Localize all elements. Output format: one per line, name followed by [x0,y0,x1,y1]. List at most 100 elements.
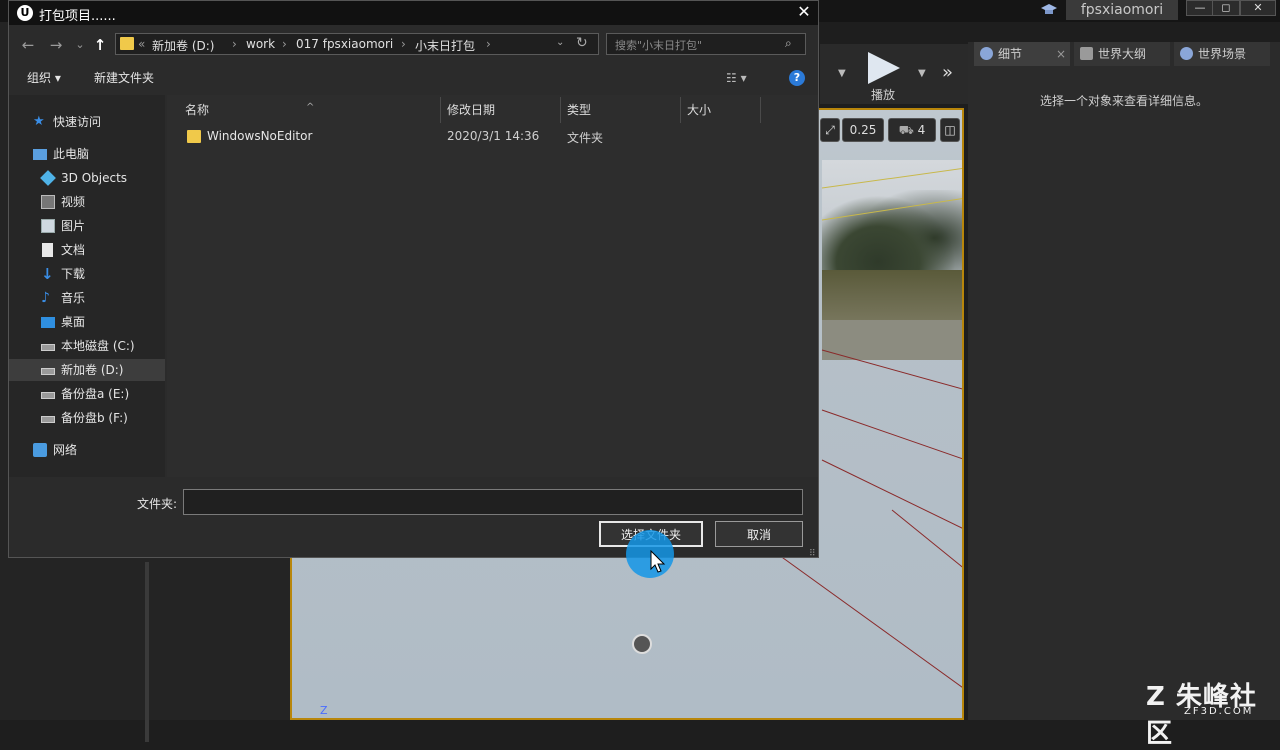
nav-item-drive-c[interactable]: 本地磁盘 (C:) [9,335,165,357]
project-name-tab[interactable]: fpsxiaomori [1066,0,1178,20]
nav-item-drive-e[interactable]: 备份盘a (E:) [9,383,165,405]
nav-item-drive-d[interactable]: 新加卷 (D:) [9,359,165,381]
picture-icon [41,219,55,233]
tab-close-icon[interactable]: × [1056,42,1066,66]
tab-world-outliner-label: 世界大纲 [1098,47,1147,61]
back-button[interactable]: ← [17,34,39,56]
breadcrumb-separator[interactable]: › [232,37,237,51]
unreal-logo-icon: U [17,5,33,21]
address-dropdown-icon[interactable]: ⌄ [556,37,564,48]
details-empty-hint: 选择一个对象来查看详细信息。 [1039,94,1208,108]
dialog-title: 打包项目...... [39,9,116,24]
maximize-button[interactable]: ◻ [1212,0,1240,16]
nav-item-desktop[interactable]: 桌面 [9,311,165,333]
help-icon[interactable]: ? [789,70,805,86]
nav-item-documents[interactable]: 文档 [9,239,165,261]
tab-world-settings-label: 世界场景 [1198,47,1247,61]
play-button[interactable]: 播放 [858,46,908,102]
address-folder-icon [120,37,134,50]
new-folder-button[interactable]: 新建文件夹 [94,69,154,86]
nav-item-this-pc[interactable]: 此电脑 [9,143,165,165]
resize-grip-icon[interactable]: ⠿ [809,549,816,559]
nav-item-pictures[interactable]: 图片 [9,215,165,237]
maximize-viewport-icon[interactable]: ⤢ [820,118,840,142]
search-input[interactable] [613,36,785,54]
viewport-controls: ⤢ 0.25 ⛟ 4 ◫ [820,118,962,142]
up-button[interactable]: ↑ [89,34,111,56]
column-size-label: 大小 [687,103,712,117]
folder-icon [187,130,201,143]
play-icon [862,48,902,86]
breadcrumb-segment[interactable]: 017 fpsxiaomori [296,37,393,51]
breadcrumb-segment[interactable]: 新加卷 (D:) [152,37,214,54]
nav-item-label: 3D Objects [61,171,128,185]
file-row[interactable]: WindowsNoEditor 2020/3/1 14:36 文件夹 [179,125,799,149]
watermark-url: ZF3D.COM [1184,706,1254,717]
nav-item-3d-objects[interactable]: 3D Objects [9,167,165,189]
breadcrumb-separator[interactable]: › [282,37,287,51]
sort-ascending-icon: ^ [306,102,315,113]
package-project-dialog: U 打包项目...... ✕ ← → ⌄ ↑ « 新加卷 (D:) › work… [8,0,819,559]
address-overflow-icon[interactable]: « [138,37,145,51]
panel-splitter[interactable] [145,562,149,742]
nav-item-label: 文档 [61,243,86,257]
toolbar-more-button[interactable]: » [942,62,953,83]
star-icon: ★ [33,114,45,129]
organize-button[interactable]: 组织 ▾ [27,69,61,86]
drive-icon [41,416,55,423]
nav-item-label: 图片 [61,219,86,233]
nav-item-downloads[interactable]: ↓ 下载 [9,263,165,285]
column-header-name[interactable]: 名称 ^ [167,97,441,123]
nav-item-label: 备份盘a (E:) [61,387,130,401]
breadcrumb-segment[interactable]: 小末日打包 [415,37,475,54]
nav-item-videos[interactable]: 视频 [9,191,165,213]
navigation-bar: ← → ⌄ ↑ « 新加卷 (D:) › work › 017 fpsxiaom… [9,31,818,59]
play-options-arrow-icon[interactable]: ▼ [918,68,926,79]
window-close-button[interactable]: ✕ [1240,0,1276,16]
tab-world-outliner[interactable]: 世界大纲 [1074,42,1170,66]
dialog-close-button[interactable]: ✕ [791,1,817,25]
nav-item-quick-access[interactable]: ★ 快速访问 [9,111,165,133]
outliner-tab-icon [1080,47,1093,60]
search-icon[interactable]: ⌕ [785,36,792,51]
camera-speed-control[interactable]: ⛟ 4 [888,118,936,142]
breadcrumb-separator[interactable]: › [401,37,406,51]
scene-gizmo-icon[interactable] [632,634,652,654]
tab-world-settings[interactable]: 世界场景 [1174,42,1270,66]
refresh-icon[interactable]: ↻ [576,35,588,51]
column-header-size[interactable]: 大小 [681,97,761,123]
viewport-layout-icon[interactable]: ◫ [940,118,960,142]
nav-item-label: 新加卷 (D:) [61,363,124,377]
recent-locations-button[interactable]: ⌄ [69,34,91,56]
nav-item-label: 桌面 [61,315,86,329]
forward-button[interactable]: → [45,34,67,56]
toolbar-dropdown-arrow-icon[interactable]: ▼ [838,68,846,79]
nav-item-drive-f[interactable]: 备份盘b (F:) [9,407,165,429]
change-view-icon[interactable]: ☷ ▾ [726,71,747,85]
nav-item-label: 快速访问 [53,115,102,129]
video-icon [41,195,55,209]
camera-speed-value: 4 [917,123,926,137]
navigation-pane: ★ 快速访问 此电脑 3D Objects 视频 图片 文档 ↓ 下载 ♪ 音乐… [9,95,165,477]
breadcrumb-segment[interactable]: work [246,37,275,51]
nav-item-label: 此电脑 [53,147,90,161]
folder-field-label: 文件夹: [137,497,178,511]
column-header-type[interactable]: 类型 [561,97,681,123]
tab-details[interactable]: 细节 × [974,42,1070,66]
nav-item-label: 下载 [61,267,86,281]
nav-item-network[interactable]: 网络 [9,439,165,461]
folder-name-input[interactable] [183,489,803,515]
camera-speed-icon: ⛟ [898,123,918,137]
breadcrumb-separator[interactable]: › [486,37,491,51]
dialog-title-bar[interactable]: U 打包项目...... ✕ [9,1,818,25]
cancel-button[interactable]: 取消 [715,521,803,547]
network-icon [33,443,47,457]
command-bar: 组织 ▾ 新建文件夹 ☷ ▾ ? [9,65,818,91]
column-header-date[interactable]: 修改日期 [441,97,561,123]
camera-fov-value[interactable]: 0.25 [842,118,884,142]
address-bar[interactable]: « 新加卷 (D:) › work › 017 fpsxiaomori › 小末… [115,33,599,55]
play-label: 播放 [870,88,895,102]
search-box[interactable]: ⌕ [606,33,806,55]
minimize-button[interactable]: — [1186,0,1214,16]
nav-item-music[interactable]: ♪ 音乐 [9,287,165,309]
